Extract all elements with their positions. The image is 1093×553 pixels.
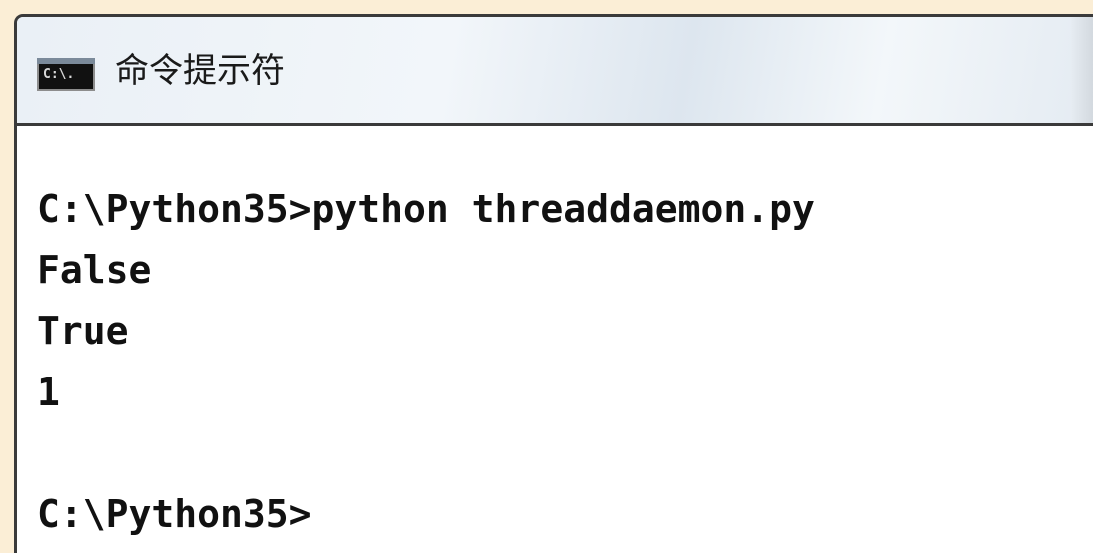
- window-title: 命令提示符: [115, 51, 285, 91]
- console-output-area[interactable]: C:\Python35>python threaddaemon.py False…: [17, 126, 1093, 553]
- title-bar[interactable]: C:\. 命令提示符: [17, 17, 1093, 126]
- command-prompt-icon[interactable]: C:\.: [37, 58, 95, 91]
- console-line-prompt[interactable]: C:\Python35>: [37, 491, 312, 537]
- command-prompt-window: C:\. 命令提示符 C:\Python35>python threaddaem…: [14, 14, 1093, 553]
- console-line-output: True: [37, 309, 129, 353]
- console-line-output: 1: [37, 370, 60, 414]
- console-line-command: C:\Python35>python threaddaemon.py: [37, 187, 815, 231]
- title-bar-edge: [1071, 17, 1093, 123]
- console-line-output: False: [37, 248, 152, 292]
